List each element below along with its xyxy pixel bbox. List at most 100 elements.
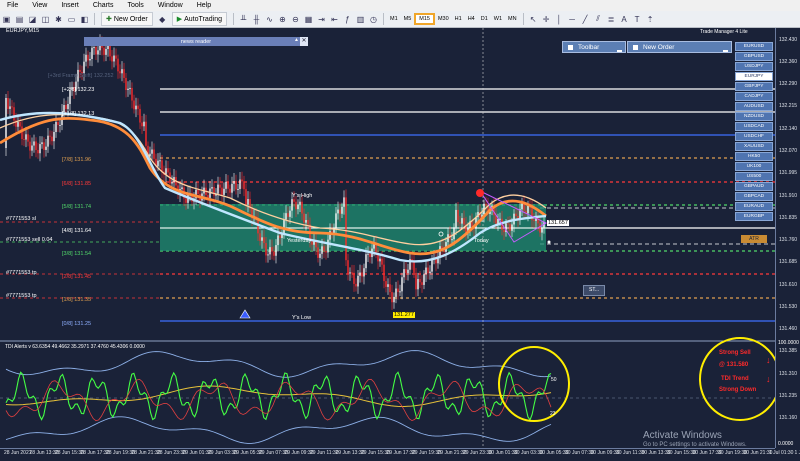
price-tick: 132.290	[779, 81, 797, 87]
news-reader-bar[interactable]: news reader ▲ ✕	[84, 37, 308, 46]
order-tp-label[interactable]: #7771553 tp	[6, 293, 37, 299]
label-tool-icon[interactable]: T	[632, 14, 643, 25]
vertical-line-icon[interactable]: │	[554, 14, 565, 25]
tester-icon[interactable]: ◧	[79, 14, 90, 25]
symbol-button[interactable]: XAUUSD	[735, 142, 773, 151]
candle-body	[385, 281, 386, 287]
symbol-button[interactable]: USDJPY	[735, 62, 773, 71]
trendline-icon[interactable]: ╱	[580, 14, 591, 25]
market-watch-icon[interactable]: ◪	[27, 14, 38, 25]
menu-tools[interactable]: Tools	[120, 0, 150, 11]
minimize-icon[interactable]	[617, 50, 622, 52]
ys-low-label: Y's Low	[292, 315, 311, 321]
tile-windows-icon[interactable]: ▦	[303, 14, 314, 25]
horizontal-line-icon[interactable]: ─	[567, 14, 578, 25]
price-axis[interactable]: 132.430 132.360 132.290 132.215 132.140 …	[775, 28, 800, 448]
timeframe-m5[interactable]: M5	[401, 13, 415, 25]
meta-editor-icon[interactable]: ◆	[157, 14, 168, 25]
candle-body	[425, 268, 426, 275]
symbol-button[interactable]: USDCHF	[735, 132, 773, 141]
symbol-button[interactable]: EURAUD	[735, 202, 773, 211]
level-price: 131.85	[74, 181, 91, 187]
symbol-button[interactable]: US500	[735, 172, 773, 181]
candle-body	[171, 182, 172, 183]
candlestick-icon[interactable]: ╫	[251, 14, 262, 25]
symbol-button[interactable]: HK50	[735, 152, 773, 161]
price-tick: 131.160	[779, 415, 797, 421]
menu-help[interactable]: Help	[190, 0, 218, 11]
level-label: [5/8] 131.74	[62, 204, 91, 210]
symbol-button[interactable]: AUDUSD	[735, 102, 773, 111]
symbol-button[interactable]: USDCAD	[735, 122, 773, 131]
symbol-button[interactable]: GBPUSD	[735, 52, 773, 61]
indicators-icon[interactable]: ƒ	[342, 14, 353, 25]
periods-icon[interactable]: ◷	[368, 14, 379, 25]
candle-body	[237, 189, 238, 190]
templates-icon[interactable]: ▥	[355, 14, 366, 25]
new-chart-icon[interactable]: ▣	[1, 14, 12, 25]
symbol-button[interactable]: GBPAUD	[735, 182, 773, 191]
symbol-button[interactable]: EURUSD	[735, 42, 773, 51]
zoom-out-icon[interactable]: ⊖	[290, 14, 301, 25]
menu-insert[interactable]: Insert	[54, 0, 86, 11]
news-reader-close-icon[interactable]: ✕	[300, 37, 308, 46]
symbol-button[interactable]: GBPJPY	[735, 82, 773, 91]
toolbar-panel[interactable]: Toolbar	[562, 41, 626, 53]
atr-button[interactable]: ATR	[741, 235, 767, 243]
terminal-icon[interactable]: ▭	[66, 14, 77, 25]
candle-body	[243, 181, 244, 189]
data-window-icon[interactable]: ◫	[40, 14, 51, 25]
candle-body	[453, 227, 454, 239]
candle-body	[9, 106, 10, 109]
arrows-icon[interactable]: ⇡	[645, 14, 656, 25]
timeframe-w1[interactable]: W1	[491, 13, 505, 25]
order-sl-label[interactable]: #7771553 sl	[6, 216, 36, 222]
news-reader-collapse-icon[interactable]: ▲	[294, 37, 299, 43]
navigator-icon[interactable]: ✱	[53, 14, 64, 25]
menu-window[interactable]: Window	[151, 0, 190, 11]
candle-body	[27, 134, 28, 141]
channel-icon[interactable]: ⫽	[593, 14, 604, 25]
candle-body	[151, 150, 152, 154]
timeframe-m30[interactable]: M30	[435, 13, 452, 25]
candle-body	[289, 211, 290, 217]
symbol-button-selected[interactable]: EURJPY	[735, 72, 773, 81]
timeframe-mn[interactable]: MN	[505, 13, 520, 25]
chart-shift-icon[interactable]: ⇤	[329, 14, 340, 25]
bar-chart-icon[interactable]: ╨	[238, 14, 249, 25]
text-tool-icon[interactable]: A	[619, 14, 630, 25]
chart-canvas[interactable]	[0, 28, 775, 448]
symbol-button[interactable]: UK100	[735, 162, 773, 171]
symbol-button[interactable]: NZDUSD	[735, 112, 773, 121]
candle-body	[419, 279, 420, 282]
autotrading-button[interactable]: ▶AutoTrading	[172, 12, 227, 26]
price-tick: 132.430	[779, 37, 797, 43]
fibonacci-icon[interactable]: ≣	[606, 14, 617, 25]
auto-scroll-icon[interactable]: ⇥	[316, 14, 327, 25]
candle-body	[379, 259, 380, 262]
time-axis[interactable]: 28 Jun 202128 Jun 13:3028 Jun 15:3028 Ju…	[0, 448, 775, 461]
line-chart-icon[interactable]: ∿	[264, 14, 275, 25]
profiles-icon[interactable]: ▤	[14, 14, 25, 25]
symbol-button[interactable]: EURGBP	[735, 212, 773, 221]
symbol-button[interactable]: CADJPY	[735, 92, 773, 101]
symbol-button[interactable]: GBPCAD	[735, 192, 773, 201]
new-order-button[interactable]: ✚New Order	[101, 12, 153, 26]
timeframe-h1[interactable]: H1	[452, 13, 465, 25]
minimize-icon[interactable]	[723, 50, 728, 52]
timeframe-m1[interactable]: M1	[387, 13, 401, 25]
menu-view[interactable]: View	[25, 0, 54, 11]
menu-charts[interactable]: Charts	[86, 0, 121, 11]
timeframe-m15[interactable]: M15	[414, 13, 435, 25]
cursor-icon[interactable]: ↖	[528, 14, 539, 25]
menu-file[interactable]: File	[0, 0, 25, 11]
order-sell-label[interactable]: #7771553 sell 0.04	[6, 237, 52, 243]
zoom-in-icon[interactable]: ⊕	[277, 14, 288, 25]
st-button[interactable]: ST...	[583, 285, 605, 296]
new-order-panel[interactable]: New Order	[627, 41, 732, 53]
timeframe-d1[interactable]: D1	[478, 13, 491, 25]
timeframe-h4[interactable]: H4	[465, 13, 478, 25]
crosshair-icon[interactable]: ✛	[541, 14, 552, 25]
order-tp-label[interactable]: #7771553 tp	[6, 270, 37, 276]
level-name: [3/8]	[62, 251, 73, 257]
